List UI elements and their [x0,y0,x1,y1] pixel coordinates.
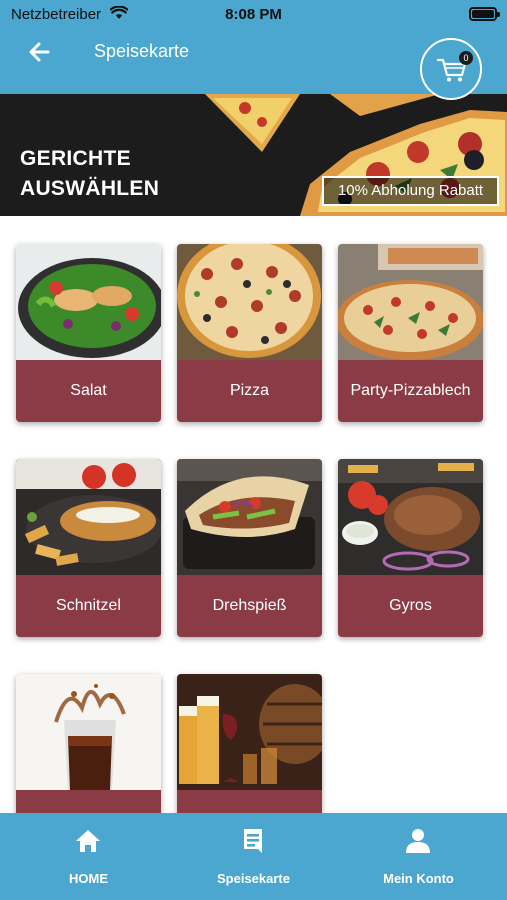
category-card-alkoholische[interactable]: Alkoholische [177,674,322,813]
banner-heading-line-2: AUSWÄHLEN [20,177,160,200]
schnitzel-image [16,459,161,575]
battery-icon [469,7,500,21]
cart-button[interactable]: 0 [420,38,482,100]
banner-heading-line-1: GERICHTE [20,147,131,170]
category-grid: Salat Pizza Party-Pizzablech Schnitzel D… [0,216,507,813]
home-icon [76,830,100,852]
bottom-navigation: HOME Speisekarte Mein Konto [0,813,507,900]
nav-mein-konto[interactable]: Mein Konto [334,813,503,900]
arrow-left-icon [29,42,50,62]
doner-kebab-image [177,459,322,575]
salad-image [16,244,161,360]
category-card-party-pizzablech[interactable]: Party-Pizzablech [338,244,483,422]
pizza-image [177,244,322,360]
status-time: 8:08 PM [225,6,282,23]
promo-banner: GERICHTE AUSWÄHLEN 10% Abholung Rabatt [0,94,507,216]
back-button[interactable] [24,37,56,67]
category-label: Gyros [338,575,483,637]
nav-label: Mein Konto [383,871,454,886]
nav-home[interactable]: HOME [4,813,173,900]
party-pizza-tray-image [338,244,483,360]
category-card-schnitzel[interactable]: Schnitzel [16,459,161,637]
soft-drink-image [16,674,161,790]
category-card-drehspiess[interactable]: Drehspieß [177,459,322,637]
category-label: Salat [16,360,161,422]
category-label: Schnitzel [16,575,161,637]
category-label: Alkoholfreie [16,790,161,813]
category-label: Alkoholische [177,790,322,813]
category-card-salat[interactable]: Salat [16,244,161,422]
cart-count-badge: 0 [459,51,473,65]
alcoholic-drinks-image [177,674,322,790]
category-label: Drehspieß [177,575,322,637]
category-card-gyros[interactable]: Gyros [338,459,483,637]
nav-speisekarte[interactable]: Speisekarte [169,813,338,900]
nav-label: Speisekarte [217,871,290,886]
category-label: Pizza [177,360,322,422]
nav-label: HOME [69,871,108,886]
banner-heading: GERICHTE AUSWÄHLEN [20,144,159,204]
status-bar: Netzbetreiber 8:08 PM [0,0,507,30]
user-icon [406,829,430,853]
category-card-pizza[interactable]: Pizza [177,244,322,422]
gyros-image [338,459,483,575]
category-label: Party-Pizzablech [338,360,483,422]
pickup-discount-badge: 10% Abholung Rabatt [322,176,499,206]
category-card-alkoholfreie[interactable]: Alkoholfreie [16,674,161,813]
menu-list-icon [244,829,262,853]
screen-title: Speisekarte [94,41,190,61]
